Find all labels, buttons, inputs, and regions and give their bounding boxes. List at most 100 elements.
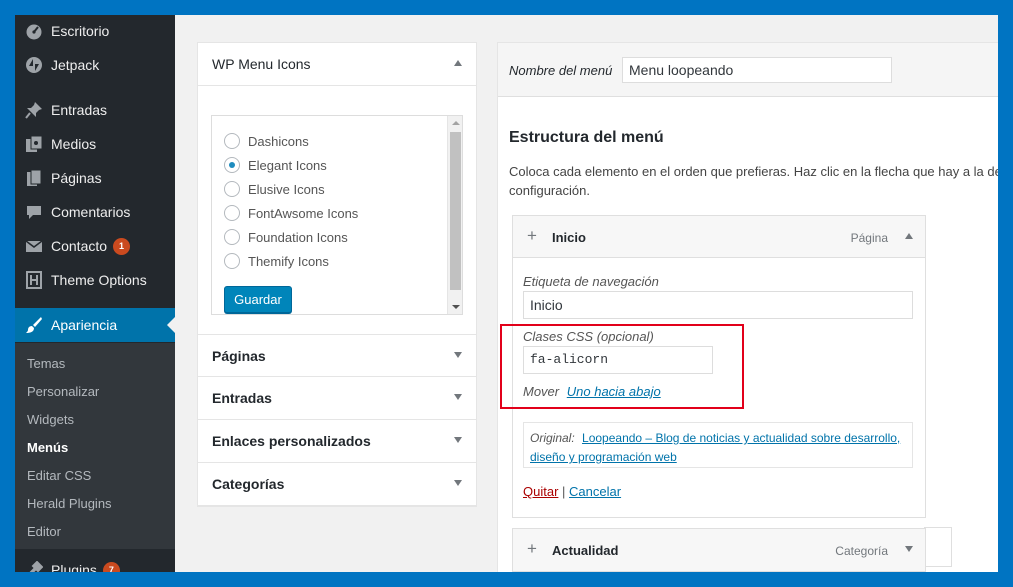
- cancel-link[interactable]: Cancelar: [569, 484, 621, 499]
- sidebar-item-label: Páginas: [51, 170, 102, 186]
- sidebar-item-label: Apariencia: [51, 317, 118, 333]
- annotation-highlight-box: [500, 324, 744, 409]
- radio-button[interactable]: [224, 253, 240, 269]
- radio-button[interactable]: [224, 157, 240, 173]
- dashboard-icon: [24, 21, 44, 41]
- menu-name-bar: Nombre del menú Menu loopeando: [498, 43, 998, 97]
- separator: |: [562, 484, 566, 499]
- submenu-item-editor[interactable]: Editor: [27, 524, 61, 539]
- mail-icon: [24, 236, 44, 256]
- menu-item-ghost: [924, 527, 952, 567]
- menu-item-handle[interactable]: + Inicio Página: [513, 216, 925, 258]
- media-icon: [24, 134, 44, 154]
- submenu-item-herald-plugins[interactable]: Herald Plugins: [27, 496, 112, 511]
- sidebar-item-medios[interactable]: Medios: [15, 127, 175, 161]
- submenu-item-widgets[interactable]: Widgets: [27, 412, 74, 427]
- menu-item-type: Categoría: [835, 544, 888, 558]
- structure-title: Estructura del menú: [509, 129, 664, 146]
- section-title: WP Menu Icons: [212, 56, 311, 72]
- sidebar-item-label: Comentarios: [51, 204, 131, 220]
- sidebar-item-label: Contacto: [51, 238, 108, 254]
- section-categorias[interactable]: Categorías: [198, 463, 476, 506]
- menu-items-accordion: WP Menu Icons Dashicons Elegant Icons El…: [197, 42, 477, 507]
- sidebar-item-apariencia[interactable]: Apariencia: [15, 308, 175, 342]
- sidebar-item-entradas[interactable]: Entradas: [15, 93, 175, 127]
- radio-option-fontawsome-icons[interactable]: FontAwsome Icons: [224, 205, 358, 221]
- menu-item-title: Inicio: [552, 230, 586, 245]
- drag-plus-icon[interactable]: +: [527, 539, 537, 559]
- menu-name-input[interactable]: Menu loopeando: [622, 57, 892, 83]
- scroll-thumb[interactable]: [450, 132, 461, 290]
- original-link-continued[interactable]: diseño y programación web: [530, 450, 677, 464]
- radio-option-elusive-icons[interactable]: Elusive Icons: [224, 181, 325, 197]
- chevron-down-icon[interactable]: [454, 437, 462, 443]
- radio-label: Elegant Icons: [248, 157, 327, 173]
- radio-option-themify-icons[interactable]: Themify Icons: [224, 253, 329, 269]
- section-wp-menu-icons[interactable]: WP Menu Icons: [198, 43, 476, 86]
- section-entradas[interactable]: Entradas: [198, 377, 476, 420]
- sidebar-item-plugins[interactable]: Plugins 7: [15, 553, 175, 572]
- wp-admin-window: Escritorio Jetpack Entradas Medios Págin…: [15, 15, 998, 572]
- chevron-up-icon[interactable]: [905, 233, 913, 239]
- radio-label: Themify Icons: [248, 253, 329, 269]
- scroll-up-icon[interactable]: [452, 121, 460, 125]
- radio-button[interactable]: [224, 133, 240, 149]
- sidebar-item-label: Plugins: [51, 562, 97, 572]
- chevron-down-icon[interactable]: [454, 480, 462, 486]
- original-label: Original:: [530, 431, 575, 445]
- comments-icon: [24, 202, 44, 222]
- section-title: Entradas: [212, 390, 272, 406]
- radio-button[interactable]: [224, 205, 240, 221]
- pages-icon: [24, 168, 44, 188]
- sidebar-item-label: Medios: [51, 136, 97, 152]
- section-paginas[interactable]: Páginas: [198, 334, 476, 377]
- sidebar-item-theme-options[interactable]: Theme Options: [15, 263, 175, 297]
- original-link[interactable]: Loopeando – Blog de noticias y actualida…: [582, 431, 900, 445]
- sidebar-item-label: Jetpack: [51, 57, 100, 73]
- radio-option-foundation-icons[interactable]: Foundation Icons: [224, 229, 348, 245]
- drag-plus-icon[interactable]: +: [527, 226, 537, 246]
- radio-option-elegant-icons[interactable]: Elegant Icons: [224, 157, 327, 173]
- description-line: configuración.: [509, 183, 590, 198]
- sidebar-item-jetpack[interactable]: Jetpack: [15, 48, 175, 82]
- apariencia-submenu: Temas Personalizar Widgets Menús Editar …: [15, 343, 175, 549]
- radio-label: Foundation Icons: [248, 229, 348, 245]
- sidebar-item-comentarios[interactable]: Comentarios: [15, 195, 175, 229]
- sidebar-item-escritorio[interactable]: Escritorio: [15, 15, 175, 48]
- section-title: Categorías: [212, 476, 285, 492]
- h-logo-icon: [24, 270, 44, 290]
- description-line: Coloca cada elemento en el orden que pre…: [509, 164, 998, 179]
- submenu-item-personalizar[interactable]: Personalizar: [27, 384, 99, 399]
- radio-option-dashicons[interactable]: Dashicons: [224, 133, 309, 149]
- nav-label-label: Etiqueta de navegación: [523, 274, 659, 289]
- submenu-item-editar-css[interactable]: Editar CSS: [27, 468, 91, 483]
- radio-button[interactable]: [224, 181, 240, 197]
- chevron-up-icon[interactable]: [454, 60, 462, 66]
- remove-link[interactable]: Quitar: [523, 484, 558, 499]
- jetpack-icon: [24, 55, 44, 75]
- notification-badge: 1: [113, 237, 131, 255]
- sidebar-item-contacto[interactable]: Contacto 1: [15, 229, 175, 263]
- chevron-down-icon[interactable]: [454, 352, 462, 358]
- scroll-down-icon[interactable]: [452, 305, 460, 309]
- save-button[interactable]: Guardar: [224, 286, 292, 313]
- menu-item-type: Página: [850, 231, 888, 245]
- radio-button[interactable]: [224, 229, 240, 245]
- original-info: Original: Loopeando – Blog de noticias y…: [523, 422, 913, 468]
- sidebar-item-label: Escritorio: [51, 23, 110, 39]
- item-actions: Quitar | Cancelar: [523, 484, 621, 499]
- section-enlaces-personalizados[interactable]: Enlaces personalizados: [198, 420, 476, 463]
- radio-label: Dashicons: [248, 133, 309, 149]
- structure-description: Coloca cada elemento en el orden que pre…: [509, 162, 998, 200]
- sidebar-item-paginas[interactable]: Páginas: [15, 161, 175, 195]
- chevron-down-icon[interactable]: [454, 394, 462, 400]
- menu-editor: Nombre del menú Menu loopeando Estructur…: [497, 42, 998, 572]
- scrollbar[interactable]: [447, 116, 462, 314]
- nav-label-input[interactable]: Inicio: [523, 291, 913, 319]
- submenu-item-menus[interactable]: Menús: [27, 440, 68, 455]
- section-title: Enlaces personalizados: [212, 433, 371, 449]
- chevron-down-icon[interactable]: [905, 546, 913, 552]
- radio-label: Elusive Icons: [248, 181, 325, 197]
- menu-item-actualidad[interactable]: + Actualidad Categoría: [512, 528, 926, 572]
- submenu-item-temas[interactable]: Temas: [27, 356, 65, 371]
